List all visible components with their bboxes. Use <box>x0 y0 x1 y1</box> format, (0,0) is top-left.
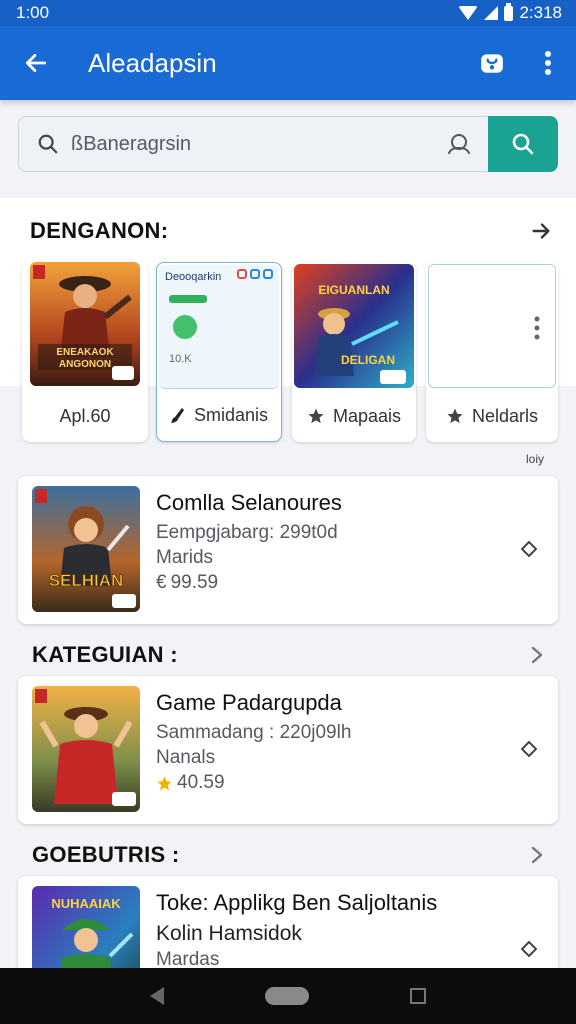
empty-preview <box>428 264 556 388</box>
section-header: KATEGUIAN : <box>32 640 544 670</box>
star-icon <box>308 408 324 424</box>
app-title: Aleadapsin <box>88 47 217 78</box>
list-item-subtitle: Sammadang : 220j09lh <box>156 722 352 743</box>
status-dot-icon <box>173 315 197 339</box>
chevron-right-icon[interactable] <box>530 645 544 665</box>
list-item-title: Comlla Selanoures <box>156 490 342 515</box>
star-icon <box>447 408 463 424</box>
list-item[interactable]: SELHIAN Comlla Selanoures Eempgjabarg: 2… <box>18 476 558 624</box>
search-input-value: ßBaneragrsin <box>71 132 192 155</box>
widget-value: 10.K <box>169 353 192 365</box>
list-item-info: Comlla Selanoures Eempgjabarg: 299t0d Ma… <box>156 490 508 594</box>
more-vertical-icon <box>545 51 551 75</box>
diamond-icon <box>521 541 537 557</box>
list-item-category: Marids <box>156 547 214 568</box>
list-item-title: Game Padargupda <box>156 690 342 715</box>
status-right-text: 2:318 <box>519 3 562 22</box>
diamond-icon <box>521 941 537 957</box>
section-title: GOEBUTRIS : <box>32 842 180 867</box>
back-button[interactable] <box>0 26 72 100</box>
widget-preview: Deooqarkin 10.K <box>159 265 279 389</box>
featured-header: DENGANON: <box>30 214 552 248</box>
nav-back-icon[interactable] <box>150 987 165 1005</box>
star-icon <box>157 775 172 790</box>
section-title: KATEGUIAN : <box>32 642 178 667</box>
list-item-subtitle: Eempgjabarg: 299t0d <box>156 522 338 543</box>
status-bar: 1:00 2:318 <box>0 0 576 26</box>
featured-card-label: Neldarls <box>426 390 558 442</box>
list-item-rating: 40.59 <box>156 772 508 794</box>
wifi-icon <box>458 6 479 20</box>
featured-card-label: Mapaais <box>292 390 416 442</box>
arrow-right-icon[interactable] <box>530 220 552 242</box>
search-icon <box>38 134 58 154</box>
list-item-subtitle: Kolin Hamsidok <box>156 922 302 945</box>
search-icon <box>512 133 534 155</box>
app-bar: Aleadapsin <box>0 26 576 100</box>
list-item-category: Nanals <box>156 747 216 768</box>
status-icons: 2:318 <box>458 2 562 23</box>
widget-title: Deooqarkin <box>165 271 222 283</box>
voice-search-icon[interactable] <box>446 132 472 156</box>
search-input[interactable]: ßBaneragrsin <box>18 116 488 172</box>
item-action-button[interactable] <box>512 932 546 966</box>
featured-title: DENGANON: <box>30 218 169 243</box>
item-action-button[interactable] <box>512 732 546 766</box>
featured-card[interactable]: ENEAKAOK ANGONON Apl.60 <box>22 262 148 442</box>
overflow-menu-button[interactable] <box>520 26 576 100</box>
nav-home-icon[interactable] <box>264 987 309 1005</box>
signal-icon <box>484 6 499 20</box>
featured-card-label: Apl.60 <box>59 405 111 426</box>
arrow-left-icon <box>25 54 47 72</box>
game-artwork: EIGUANLAN DELIGAN <box>294 264 414 388</box>
list-item-title: Toke: Applikg Ben Saljoltanis <box>156 890 438 915</box>
svg-text:EIGUANLAN: EIGUANLAN <box>318 283 389 297</box>
brush-icon <box>170 408 184 423</box>
svg-text:ANGONON: ANGONON <box>59 359 111 370</box>
badge-icon <box>237 269 247 279</box>
nav-recents-icon[interactable] <box>409 988 426 1004</box>
featured-card-label: Smidanis <box>157 389 281 441</box>
svg-text:DELIGAN: DELIGAN <box>341 353 395 367</box>
euro-icon: € <box>156 572 167 593</box>
diamond-icon <box>521 741 537 757</box>
game-artwork: ENEAKAOK ANGONON <box>30 262 140 386</box>
svg-text:NUHAAIAK: NUHAAIAK <box>51 896 121 911</box>
chevron-right-icon[interactable] <box>530 845 544 865</box>
list-item-info: Toke: Applikg Ben Saljoltanis Kolin Hams… <box>156 890 508 974</box>
badge-icon <box>263 269 273 279</box>
bag-icon <box>481 54 503 73</box>
list-item-price: € 99.59 <box>156 572 219 593</box>
section-note: loiy <box>525 452 544 466</box>
game-artwork: SELHIAN <box>32 486 140 612</box>
item-action-button[interactable] <box>512 532 546 566</box>
more-vertical-icon[interactable] <box>533 315 541 341</box>
status-time: 1:00 <box>16 3 50 22</box>
featured-card[interactable]: EIGUANLAN DELIGAN Mapaais <box>292 262 416 442</box>
badge-icon <box>250 269 260 279</box>
featured-card[interactable]: Neldarls <box>426 262 558 442</box>
list-item-info: Game Padargupda Sammadang : 220j09lh Nan… <box>156 690 508 794</box>
battery-icon <box>504 2 514 21</box>
cart-button[interactable] <box>464 26 520 100</box>
svg-text:SELHIAN: SELHIAN <box>49 571 124 590</box>
widget-badges <box>237 269 273 279</box>
featured-card-selected[interactable]: Deooqarkin 10.K Smidanis <box>156 262 282 442</box>
system-nav-bar <box>0 968 576 1024</box>
svg-text:ENEAKAOK: ENEAKAOK <box>56 347 114 358</box>
section-header: GOEBUTRIS : <box>32 840 544 870</box>
search-bar: ßBaneragrsin <box>18 116 558 172</box>
game-artwork <box>32 686 140 812</box>
widget-bar <box>169 295 207 303</box>
list-item[interactable]: Game Padargupda Sammadang : 220j09lh Nan… <box>18 676 558 824</box>
search-submit-button[interactable] <box>488 116 558 172</box>
